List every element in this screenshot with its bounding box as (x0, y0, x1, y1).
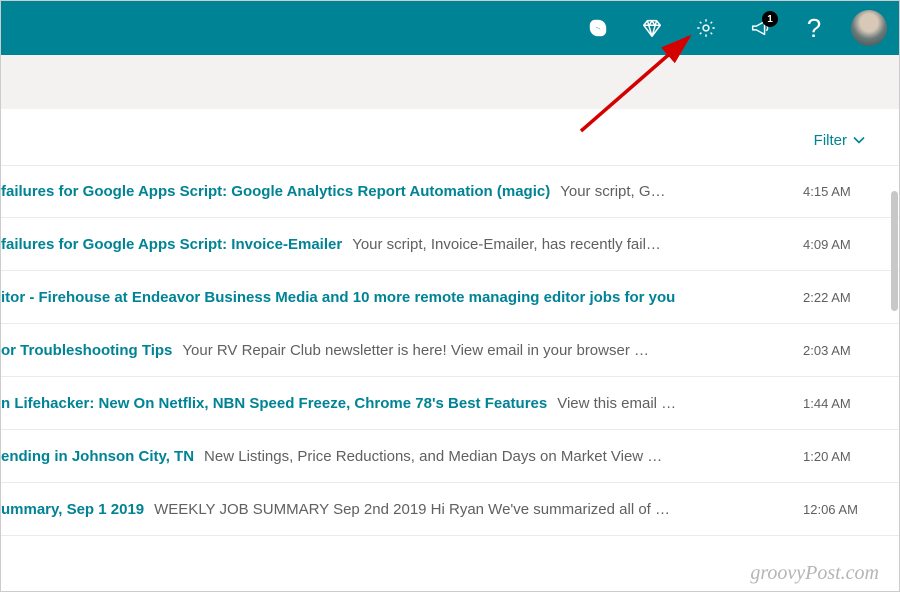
email-text: failures for Google Apps Script: Invoice… (1, 236, 783, 253)
app-header: S 1 ? (1, 1, 899, 55)
email-preview: New Listings, Price Reductions, and Medi… (204, 448, 662, 465)
email-list: failures for Google Apps Script: Google … (1, 165, 899, 536)
email-subject: failures for Google Apps Script: Google … (1, 183, 550, 200)
email-row[interactable]: failures for Google Apps Script: Google … (1, 165, 899, 218)
diamond-icon[interactable] (629, 5, 675, 51)
email-text: or Troubleshooting Tips Your RV Repair Cl… (1, 342, 783, 359)
filter-button[interactable]: Filter (814, 132, 865, 149)
email-subject: ummary, Sep 1 2019 (1, 501, 144, 518)
help-icon[interactable]: ? (791, 5, 837, 51)
email-row[interactable]: itor - Firehouse at Endeavor Business Me… (1, 271, 899, 324)
email-row[interactable]: ummary, Sep 1 2019 WEEKLY JOB SUMMARY Sep… (1, 483, 899, 536)
email-text: n Lifehacker: New On Netflix, NBN Speed … (1, 395, 783, 412)
email-time: 1:20 AM (803, 449, 865, 464)
email-time: 4:15 AM (803, 184, 865, 199)
email-preview: WEEKLY JOB SUMMARY Sep 2nd 2019 Hi Ryan … (154, 501, 670, 518)
skype-icon[interactable]: S (575, 5, 621, 51)
command-bar (1, 55, 899, 109)
email-row[interactable]: ending in Johnson City, TN New Listings, … (1, 430, 899, 483)
filter-row: Filter (1, 109, 899, 165)
email-text: failures for Google Apps Script: Google … (1, 183, 783, 200)
email-text: ummary, Sep 1 2019 WEEKLY JOB SUMMARY Sep… (1, 501, 783, 518)
email-time: 1:44 AM (803, 396, 865, 411)
email-subject: itor - Firehouse at Endeavor Business Me… (1, 289, 675, 306)
email-time: 12:06 AM (803, 502, 865, 517)
scrollbar-thumb[interactable] (891, 191, 898, 311)
chevron-down-icon (853, 134, 865, 146)
email-preview: Your script, Invoice-Emailer, has recent… (352, 236, 661, 253)
settings-gear-icon[interactable] (683, 5, 729, 51)
email-preview: Your RV Repair Club newsletter is here! … (182, 342, 649, 359)
email-row[interactable]: n Lifehacker: New On Netflix, NBN Speed … (1, 377, 899, 430)
megaphone-icon[interactable]: 1 (737, 5, 783, 51)
email-preview: Your script, G… (560, 183, 665, 200)
email-time: 2:03 AM (803, 343, 865, 358)
email-time: 2:22 AM (803, 290, 865, 305)
email-time: 4:09 AM (803, 237, 865, 252)
filter-label: Filter (814, 132, 847, 149)
avatar[interactable] (851, 10, 887, 46)
email-text: ending in Johnson City, TN New Listings, … (1, 448, 783, 465)
email-subject: ending in Johnson City, TN (1, 448, 194, 465)
watermark: groovyPost.com (750, 562, 879, 585)
email-subject: failures for Google Apps Script: Invoice… (1, 236, 342, 253)
email-subject: n Lifehacker: New On Netflix, NBN Speed … (1, 395, 547, 412)
notification-badge: 1 (762, 11, 778, 27)
email-row[interactable]: or Troubleshooting Tips Your RV Repair Cl… (1, 324, 899, 377)
email-text: itor - Firehouse at Endeavor Business Me… (1, 289, 783, 306)
email-preview: View this email … (557, 395, 676, 412)
email-subject: or Troubleshooting Tips (1, 342, 172, 359)
svg-text:S: S (594, 22, 601, 36)
email-row[interactable]: failures for Google Apps Script: Invoice… (1, 218, 899, 271)
